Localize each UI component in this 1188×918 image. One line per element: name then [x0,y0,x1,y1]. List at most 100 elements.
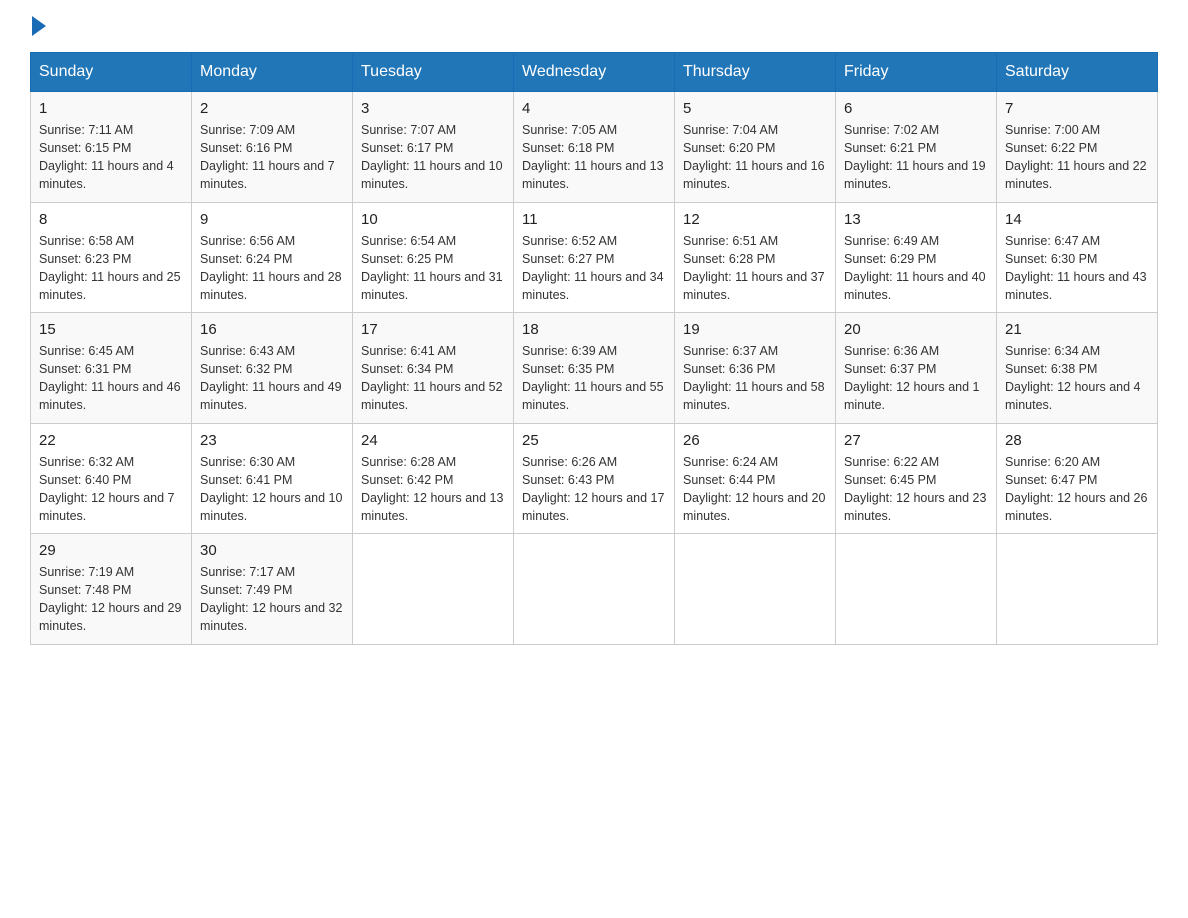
calendar-cell: 10Sunrise: 6:54 AMSunset: 6:25 PMDayligh… [353,202,514,313]
column-header-tuesday: Tuesday [353,53,514,92]
calendar-cell [675,534,836,645]
calendar-cell: 27 Sunrise: 6:22 AMSunset: 6:45 PMDayligh… [836,423,997,534]
day-number: 30 [200,542,344,559]
day-info: Sunrise: 7:17 AMSunset: 7:49 PMDaylight:… [200,563,344,636]
calendar-cell: 13 Sunrise: 6:49 AMSunset: 6:29 PMDayligh… [836,202,997,313]
calendar-cell [514,534,675,645]
day-info: Sunrise: 6:32 AMSunset: 6:40 PMDaylight:… [39,453,183,526]
calendar-cell: 6 Sunrise: 7:02 AMSunset: 6:21 PMDaylight… [836,92,997,203]
day-info: Sunrise: 6:30 AMSunset: 6:41 PMDaylight:… [200,453,344,526]
day-info: Sunrise: 6:20 AMSunset: 6:47 PMDaylight:… [1005,453,1149,526]
day-info: Sunrise: 7:00 AMSunset: 6:22 PMDaylight:… [1005,121,1149,194]
day-info: Sunrise: 6:43 AMSunset: 6:32 PMDaylight:… [200,342,344,415]
day-number: 3 [361,100,505,117]
calendar-week-row: 8 Sunrise: 6:58 AMSunset: 6:23 PMDaylight… [31,202,1158,313]
calendar-cell: 14Sunrise: 6:47 AMSunset: 6:30 PMDayligh… [997,202,1158,313]
calendar-cell: 30 Sunrise: 7:17 AMSunset: 7:49 PMDayligh… [192,534,353,645]
day-number: 23 [200,432,344,449]
calendar-cell: 25Sunrise: 6:26 AMSunset: 6:43 PMDayligh… [514,423,675,534]
day-number: 12 [683,211,827,228]
day-number: 24 [361,432,505,449]
day-number: 11 [522,211,666,228]
calendar-cell: 22 Sunrise: 6:32 AMSunset: 6:40 PMDayligh… [31,423,192,534]
column-header-sunday: Sunday [31,53,192,92]
calendar-cell: 17 Sunrise: 6:41 AMSunset: 6:34 PMDayligh… [353,313,514,424]
day-info: Sunrise: 7:04 AMSunset: 6:20 PMDaylight:… [683,121,827,194]
calendar-cell: 23 Sunrise: 6:30 AMSunset: 6:41 PMDayligh… [192,423,353,534]
column-header-saturday: Saturday [997,53,1158,92]
calendar-cell [353,534,514,645]
calendar-cell: 2 Sunrise: 7:09 AMSunset: 6:16 PMDaylight… [192,92,353,203]
calendar-cell: 19Sunrise: 6:37 AMSunset: 6:36 PMDayligh… [675,313,836,424]
day-number: 28 [1005,432,1149,449]
day-info: Sunrise: 7:02 AMSunset: 6:21 PMDaylight:… [844,121,988,194]
calendar-week-row: 29Sunrise: 7:19 AMSunset: 7:48 PMDayligh… [31,534,1158,645]
calendar-header-row: SundayMondayTuesdayWednesdayThursdayFrid… [31,53,1158,92]
day-number: 6 [844,100,988,117]
day-number: 10 [361,211,505,228]
day-number: 7 [1005,100,1149,117]
day-number: 21 [1005,321,1149,338]
logo-arrow-icon [32,16,46,36]
calendar-cell: 1 Sunrise: 7:11 AMSunset: 6:15 PMDaylight… [31,92,192,203]
day-info: Sunrise: 6:47 AMSunset: 6:30 PMDaylight:… [1005,232,1149,305]
day-info: Sunrise: 6:41 AMSunset: 6:34 PMDaylight:… [361,342,505,415]
calendar-cell: 3 Sunrise: 7:07 AMSunset: 6:17 PMDaylight… [353,92,514,203]
calendar-cell: 12Sunrise: 6:51 AMSunset: 6:28 PMDayligh… [675,202,836,313]
day-number: 26 [683,432,827,449]
calendar-cell: 9 Sunrise: 6:56 AMSunset: 6:24 PMDaylight… [192,202,353,313]
calendar-week-row: 22 Sunrise: 6:32 AMSunset: 6:40 PMDayligh… [31,423,1158,534]
day-info: Sunrise: 6:36 AMSunset: 6:37 PMDaylight:… [844,342,988,415]
calendar-cell: 18Sunrise: 6:39 AMSunset: 6:35 PMDayligh… [514,313,675,424]
day-info: Sunrise: 6:39 AMSunset: 6:35 PMDaylight:… [522,342,666,415]
day-number: 8 [39,211,183,228]
day-info: Sunrise: 7:05 AMSunset: 6:18 PMDaylight:… [522,121,666,194]
day-info: Sunrise: 6:45 AMSunset: 6:31 PMDaylight:… [39,342,183,415]
day-number: 29 [39,542,183,559]
calendar-cell: 11 Sunrise: 6:52 AMSunset: 6:27 PMDayligh… [514,202,675,313]
day-number: 25 [522,432,666,449]
calendar-cell: 21 Sunrise: 6:34 AMSunset: 6:38 PMDayligh… [997,313,1158,424]
day-number: 5 [683,100,827,117]
calendar-cell: 7 Sunrise: 7:00 AMSunset: 6:22 PMDaylight… [997,92,1158,203]
day-number: 19 [683,321,827,338]
day-info: Sunrise: 6:52 AMSunset: 6:27 PMDaylight:… [522,232,666,305]
day-number: 16 [200,321,344,338]
day-info: Sunrise: 6:28 AMSunset: 6:42 PMDaylight:… [361,453,505,526]
day-number: 4 [522,100,666,117]
calendar-cell: 5 Sunrise: 7:04 AMSunset: 6:20 PMDaylight… [675,92,836,203]
calendar-cell: 20Sunrise: 6:36 AMSunset: 6:37 PMDayligh… [836,313,997,424]
column-header-friday: Friday [836,53,997,92]
day-info: Sunrise: 6:34 AMSunset: 6:38 PMDaylight:… [1005,342,1149,415]
day-number: 15 [39,321,183,338]
calendar-cell: 29Sunrise: 7:19 AMSunset: 7:48 PMDayligh… [31,534,192,645]
calendar-cell: 26 Sunrise: 6:24 AMSunset: 6:44 PMDayligh… [675,423,836,534]
day-info: Sunrise: 6:24 AMSunset: 6:44 PMDaylight:… [683,453,827,526]
day-info: Sunrise: 6:22 AMSunset: 6:45 PMDaylight:… [844,453,988,526]
day-number: 2 [200,100,344,117]
logo [30,20,46,36]
page-header [30,20,1158,36]
calendar-table: SundayMondayTuesdayWednesdayThursdayFrid… [30,52,1158,645]
day-number: 9 [200,211,344,228]
calendar-cell: 16 Sunrise: 6:43 AMSunset: 6:32 PMDayligh… [192,313,353,424]
day-info: Sunrise: 6:58 AMSunset: 6:23 PMDaylight:… [39,232,183,305]
day-info: Sunrise: 7:11 AMSunset: 6:15 PMDaylight:… [39,121,183,194]
calendar-cell [836,534,997,645]
day-number: 1 [39,100,183,117]
day-info: Sunrise: 7:07 AMSunset: 6:17 PMDaylight:… [361,121,505,194]
day-info: Sunrise: 6:49 AMSunset: 6:29 PMDaylight:… [844,232,988,305]
column-header-wednesday: Wednesday [514,53,675,92]
day-number: 13 [844,211,988,228]
day-info: Sunrise: 7:09 AMSunset: 6:16 PMDaylight:… [200,121,344,194]
calendar-week-row: 15 Sunrise: 6:45 AMSunset: 6:31 PMDayligh… [31,313,1158,424]
day-info: Sunrise: 6:56 AMSunset: 6:24 PMDaylight:… [200,232,344,305]
calendar-cell: 8 Sunrise: 6:58 AMSunset: 6:23 PMDaylight… [31,202,192,313]
column-header-monday: Monday [192,53,353,92]
day-number: 27 [844,432,988,449]
calendar-week-row: 1 Sunrise: 7:11 AMSunset: 6:15 PMDaylight… [31,92,1158,203]
day-number: 22 [39,432,183,449]
calendar-cell: 24 Sunrise: 6:28 AMSunset: 6:42 PMDayligh… [353,423,514,534]
day-number: 17 [361,321,505,338]
calendar-cell [997,534,1158,645]
